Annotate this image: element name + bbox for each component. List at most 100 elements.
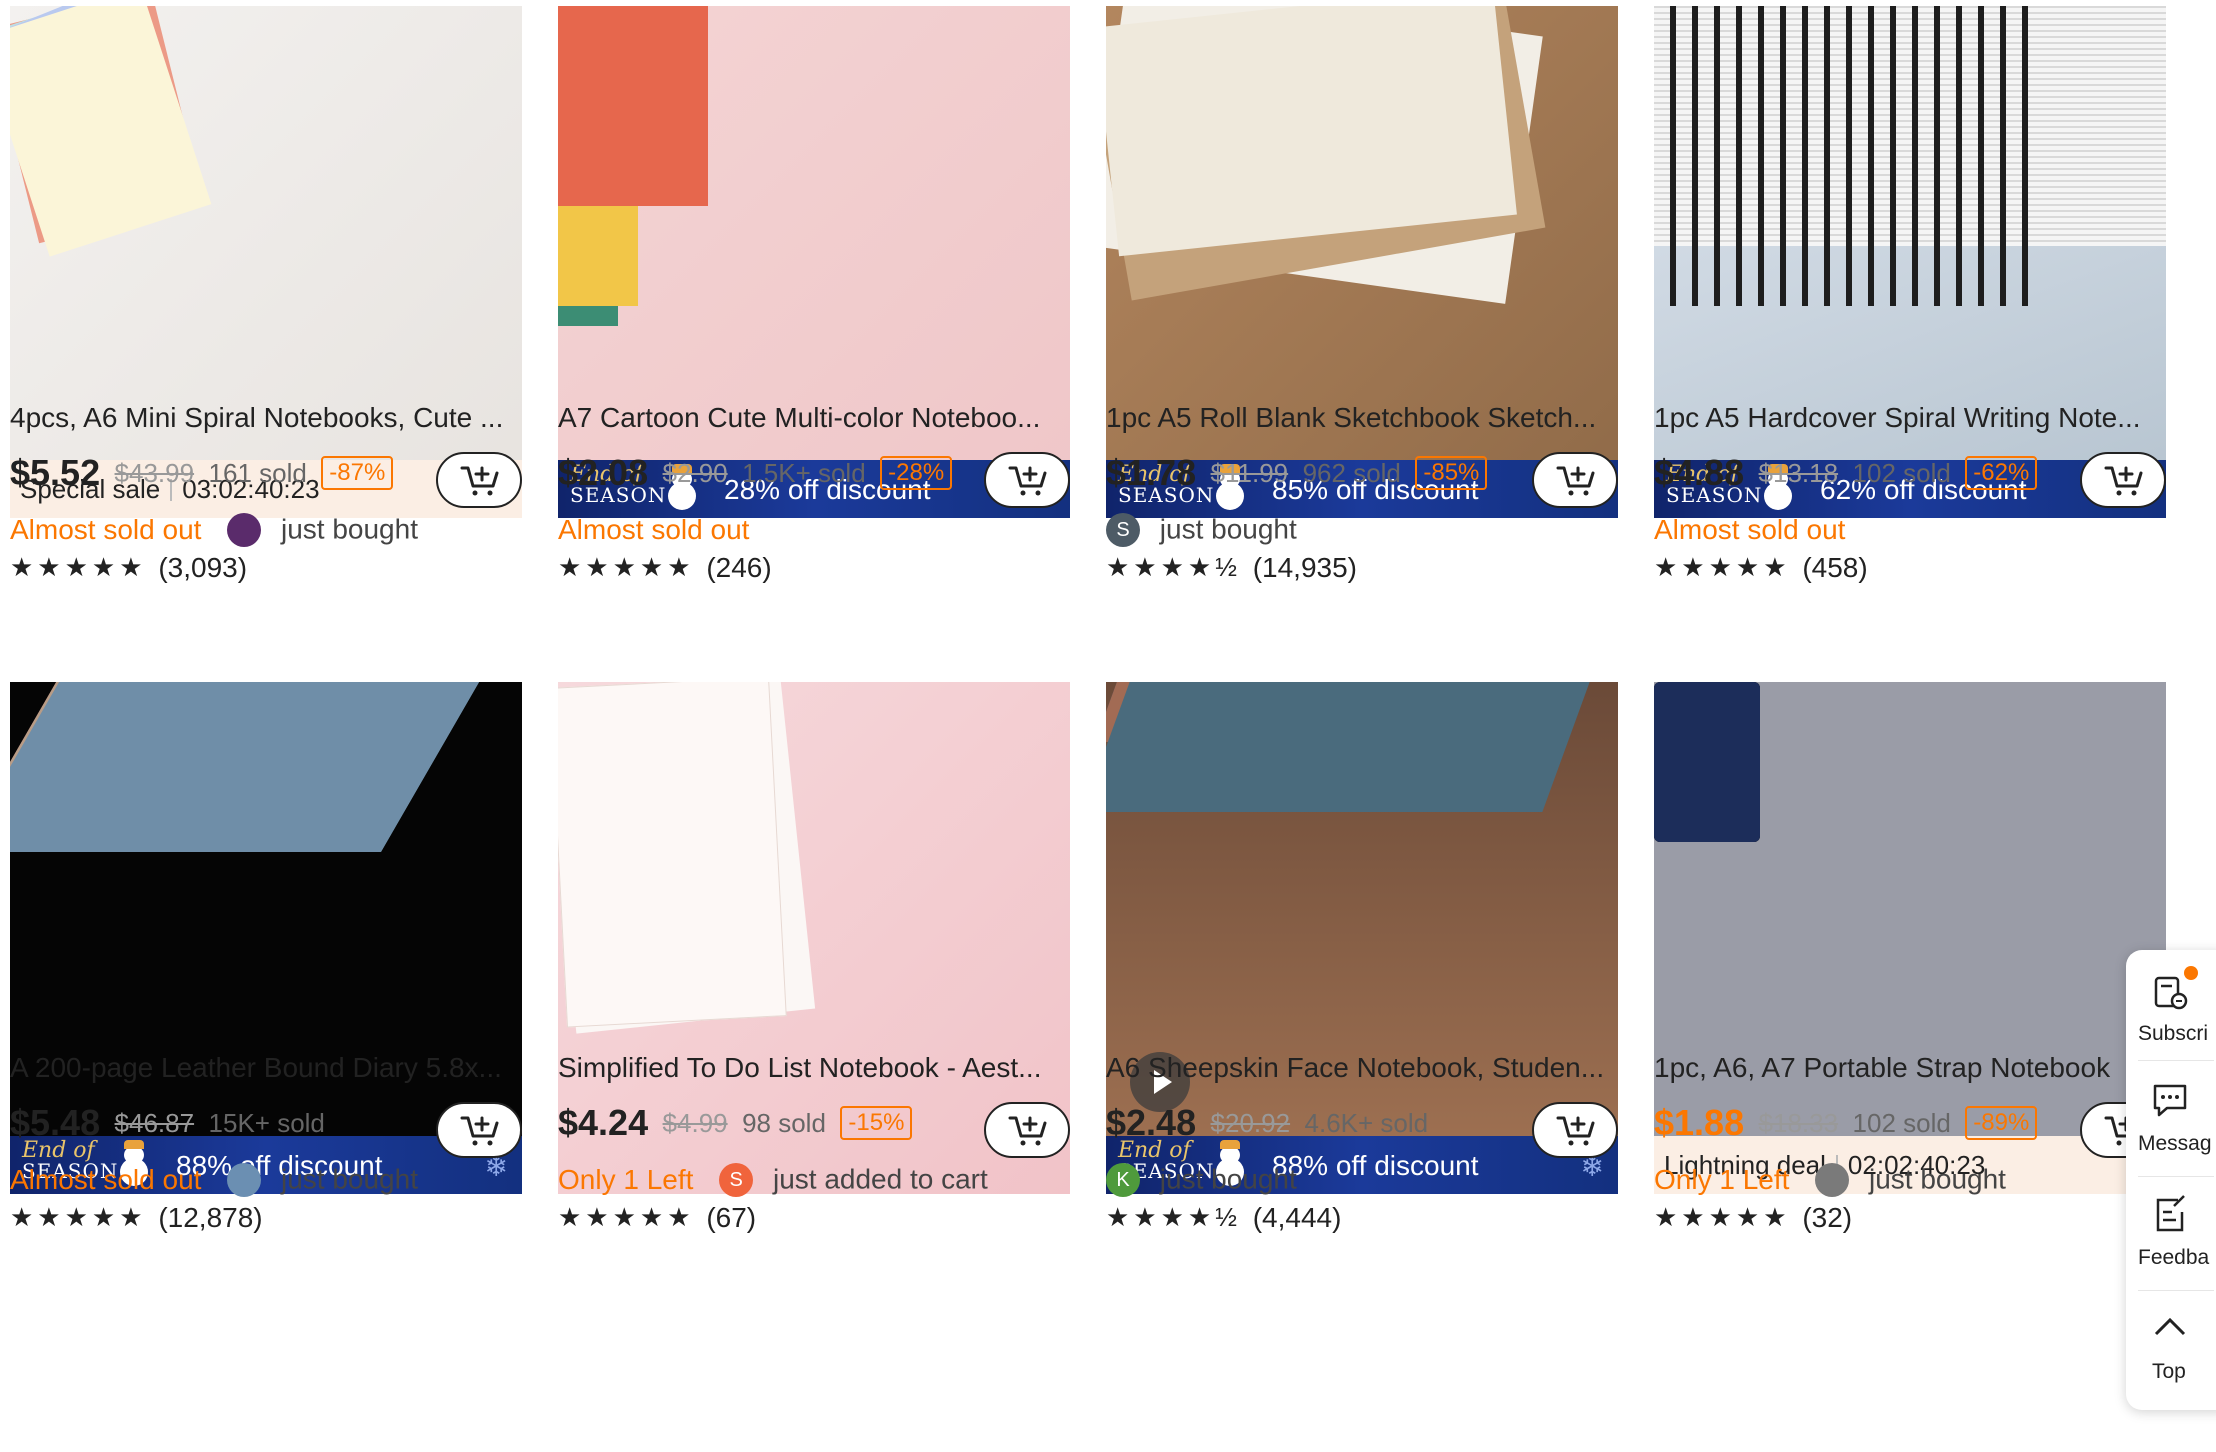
floating-side-panel: Subscri Messag Feedba Top	[2126, 950, 2216, 1410]
stock-status: Almost sold out	[558, 513, 750, 545]
discount-badge: -15%	[840, 1106, 913, 1140]
discount-badge: -89%	[1965, 1106, 2038, 1140]
product-title[interactable]: A 200-page Leather Bound Diary 5.8x...	[10, 1052, 530, 1084]
current-price: $2.48	[1106, 1102, 1197, 1143]
recent-activity: just added to cart	[772, 1163, 988, 1195]
product-image[interactable]: End ofSEASON 28% off discount ❄	[558, 6, 1070, 518]
original-price: $43.99	[114, 457, 195, 488]
avatar: S	[719, 1162, 754, 1197]
review-count: (32)	[1802, 1201, 1853, 1233]
price-row: $2.48 $20.92 4.6K+ sold	[1106, 1102, 1618, 1158]
current-price: $1.78	[1106, 452, 1197, 493]
add-to-cart-icon	[1008, 466, 1047, 496]
original-price: $11.99	[1210, 457, 1289, 488]
price-row: $5.52 $43.99 161 sold -87%	[10, 452, 522, 508]
sold-count: 962 sold	[1302, 457, 1401, 488]
add-to-cart-icon	[460, 1116, 499, 1146]
status-row: Almost sold out	[1654, 512, 2166, 552]
discount-badge: -62%	[1965, 456, 2038, 490]
sold-count: 4.6K+ sold	[1304, 1107, 1429, 1138]
product-title[interactable]: Simplified To Do List Notebook - Aest...	[558, 1052, 1078, 1084]
rating-row[interactable]: ★★★★★ (12,878)	[10, 1200, 522, 1234]
stock-status: Almost sold out	[10, 1163, 202, 1195]
product-title[interactable]: 4pcs, A6 Mini Spiral Notebooks, Cute ...	[10, 402, 530, 434]
product-title[interactable]: 1pc, A6, A7 Portable Strap Notebook	[1654, 1052, 2174, 1084]
recent-activity: just bought	[1159, 1163, 1297, 1195]
subscribe-button[interactable]: Subscri	[2126, 958, 2216, 1058]
product-image[interactable]: End ofSEASON 85% off discount ❄	[1106, 6, 1618, 518]
sold-count: 15K+ sold	[208, 1107, 325, 1138]
add-to-cart-button[interactable]	[436, 1102, 522, 1158]
messages-button[interactable]: Messag	[2126, 1068, 2216, 1168]
product-title[interactable]: 1pc A5 Roll Blank Sketchbook Sketch...	[1106, 402, 1626, 434]
review-count: (14,935)	[1252, 551, 1357, 583]
status-row: Almost sold out	[558, 512, 1070, 552]
avatar	[227, 1162, 262, 1197]
rating-row[interactable]: ★★★★★ (67)	[558, 1200, 1070, 1234]
original-price: $20.92	[1210, 1107, 1291, 1138]
status-row: Only 1 Left S just added to cart	[558, 1162, 1070, 1202]
star-rating: ★★★★½	[1106, 552, 1241, 583]
rating-row[interactable]: ★★★★★ (458)	[1654, 550, 2166, 584]
rating-row[interactable]: ★★★★★ (32)	[1654, 1200, 2166, 1234]
add-to-cart-icon	[460, 466, 499, 496]
back-to-top-button[interactable]: Top	[2126, 1296, 2216, 1396]
sold-count: 102 sold	[1852, 1107, 1951, 1138]
add-to-cart-button[interactable]	[984, 1102, 1070, 1158]
review-count: (458)	[1802, 551, 1868, 583]
star-rating: ★★★★★	[558, 552, 695, 583]
current-price: $5.52	[10, 452, 101, 493]
current-price: $5.48	[10, 1102, 101, 1143]
stock-status: Almost sold out	[1654, 513, 1846, 545]
feedback-button[interactable]: Feedba	[2126, 1182, 2216, 1282]
original-price: $4.99	[662, 1107, 728, 1138]
status-row: Almost sold out just bought	[10, 512, 522, 552]
sold-count: 102 sold	[1852, 457, 1951, 488]
star-rating: ★★★★½	[1106, 1202, 1241, 1233]
star-rating: ★★★★★	[558, 1202, 695, 1233]
star-rating: ★★★★★	[10, 1202, 147, 1233]
current-price: $4.88	[1654, 452, 1745, 493]
price-row: $1.88 $18.33 102 sold -89%	[1654, 1102, 2166, 1158]
rating-row[interactable]: ★★★★★ (246)	[558, 550, 1070, 584]
add-to-cart-button[interactable]	[1532, 1102, 1618, 1158]
rating-row[interactable]: ★★★★★ (3,093)	[10, 550, 522, 584]
discount-badge: -87%	[321, 456, 394, 490]
add-to-cart-icon	[1556, 466, 1595, 496]
add-to-cart-button[interactable]	[2080, 452, 2166, 508]
avatar: S	[1106, 512, 1140, 547]
stock-status: Only 1 Left	[1654, 1163, 1790, 1195]
status-row: Almost sold out just bought	[10, 1162, 522, 1202]
avatar: K	[1106, 1162, 1140, 1197]
product-title[interactable]: A7 Cartoon Cute Multi-color Noteboo...	[558, 402, 1078, 434]
original-price: $46.87	[114, 1107, 195, 1138]
add-to-cart-button[interactable]	[984, 452, 1070, 508]
price-row: $1.78 $11.99 962 sold -85%	[1106, 452, 1618, 508]
feedback-label: Feedba	[2138, 1246, 2210, 1269]
discount-badge: -85%	[1415, 456, 1488, 490]
star-rating: ★★★★★	[1654, 1202, 1791, 1233]
rating-row[interactable]: ★★★★½ (4,444)	[1106, 1200, 1618, 1234]
recent-activity: just bought	[1159, 513, 1297, 545]
sold-count: 1.5K+ sold	[742, 457, 866, 488]
chevron-up-icon	[2154, 1317, 2186, 1336]
product-image[interactable]: Special sale 03:02:40:23	[10, 6, 522, 518]
status-row: K just bought	[1106, 1162, 1618, 1202]
feedback-icon	[2156, 1195, 2185, 1232]
review-count: (67)	[706, 1201, 757, 1233]
stock-status: Almost sold out	[10, 513, 202, 545]
add-to-cart-button[interactable]	[436, 452, 522, 508]
current-price: $2.08	[558, 452, 649, 493]
current-price: $4.24	[558, 1102, 649, 1143]
product-image[interactable]: End ofSEASON 62% off discount ❄	[1654, 6, 2166, 518]
recent-activity: just bought	[1868, 1163, 2006, 1195]
product-title[interactable]: A6 Sheepskin Face Notebook, Studen...	[1106, 1052, 1626, 1084]
messages-label: Messag	[2138, 1132, 2212, 1155]
current-price: $1.88	[1654, 1102, 1745, 1143]
stock-status: Only 1 Left	[558, 1163, 694, 1195]
add-to-cart-button[interactable]	[1532, 452, 1618, 508]
product-title[interactable]: 1pc A5 Hardcover Spiral Writing Note...	[1654, 402, 2174, 434]
sold-count: 98 sold	[742, 1107, 826, 1138]
original-price: $18.33	[1758, 1107, 1839, 1138]
rating-row[interactable]: ★★★★½ (14,935)	[1106, 550, 1618, 584]
